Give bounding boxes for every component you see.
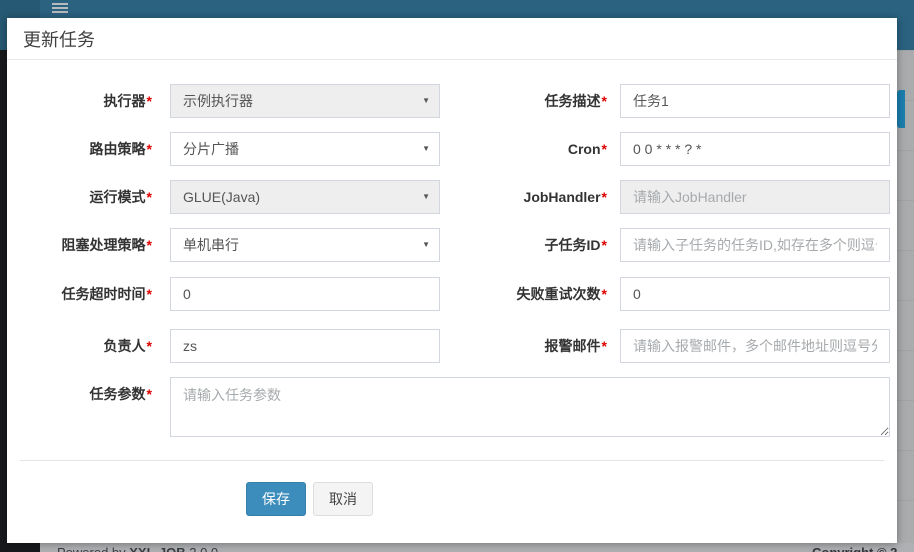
selected-value: 单机串行 — [183, 235, 239, 255]
powered-by-text: Powered by XXL-JOB 2.0.0 — [57, 545, 218, 552]
required-mark: * — [147, 189, 152, 205]
hamburger-icon — [52, 11, 68, 13]
field-label: 任务参数* — [7, 384, 152, 404]
field-timeout: 任务超时时间* — [7, 277, 440, 311]
required-mark: * — [602, 93, 607, 109]
fail-retry-input[interactable] — [620, 277, 890, 311]
cron-input[interactable] — [620, 132, 890, 166]
field-cron: Cron* — [457, 132, 890, 166]
modal-header: 更新任务 — [7, 18, 897, 60]
field-label: JobHandler* — [457, 189, 607, 205]
field-glue-type: 运行模式* GLUE(Java) ▼ — [7, 180, 440, 214]
job-param-textarea[interactable] — [170, 377, 890, 437]
footer-divider — [20, 460, 884, 461]
field-label: 报警邮件* — [457, 336, 607, 356]
glue-type-select: GLUE(Java) ▼ — [170, 180, 440, 214]
required-mark: * — [602, 286, 607, 302]
hamburger-icon — [52, 3, 68, 5]
field-label: 子任务ID* — [457, 235, 607, 255]
required-mark: * — [147, 93, 152, 109]
update-task-modal: 更新任务 执行器* 示例执行器 ▼ 任务描述* 路由策略* 分片广播 ▼ Cro… — [7, 18, 897, 543]
chevron-down-icon: ▼ — [422, 97, 430, 105]
field-label: 执行器* — [7, 91, 152, 111]
child-jobid-input[interactable] — [620, 228, 890, 262]
field-job-param-label: 任务参数* — [7, 377, 152, 411]
field-label: 任务超时时间* — [7, 284, 152, 304]
required-mark: * — [602, 141, 607, 157]
page-footer: Powered by XXL-JOB 2.0.0 Copyright © 2 — [40, 543, 914, 552]
block-strategy-select[interactable]: 单机串行 ▼ — [170, 228, 440, 262]
field-label: Cron* — [457, 141, 607, 157]
field-job-param — [170, 377, 890, 442]
selected-value: 示例执行器 — [183, 91, 253, 111]
save-button[interactable]: 保存 — [246, 482, 306, 516]
required-mark: * — [147, 338, 152, 354]
required-mark: * — [147, 386, 152, 402]
field-child-jobid: 子任务ID* — [457, 228, 890, 262]
author-input[interactable] — [170, 329, 440, 363]
field-job-handler: JobHandler* — [457, 180, 890, 214]
modal-title: 更新任务 — [23, 26, 95, 52]
field-route-strategy: 路由策略* 分片广播 ▼ — [7, 132, 440, 166]
required-mark: * — [602, 338, 607, 354]
field-label: 路由策略* — [7, 139, 152, 159]
field-fail-retry: 失败重试次数* — [457, 277, 890, 311]
chevron-down-icon: ▼ — [422, 241, 430, 249]
route-strategy-select[interactable]: 分片广播 ▼ — [170, 132, 440, 166]
field-executor: 执行器* 示例执行器 ▼ — [7, 84, 440, 118]
field-alarm-email: 报警邮件* — [457, 329, 890, 363]
executor-select: 示例执行器 ▼ — [170, 84, 440, 118]
required-mark: * — [147, 237, 152, 253]
field-label: 任务描述* — [457, 91, 607, 111]
required-mark: * — [147, 141, 152, 157]
modal-buttons: 保存 取消 — [246, 482, 373, 516]
job-handler-input — [620, 180, 890, 214]
hamburger-icon — [52, 7, 68, 9]
cancel-button[interactable]: 取消 — [313, 482, 373, 516]
field-label: 失败重试次数* — [457, 284, 607, 304]
job-desc-input[interactable] — [620, 84, 890, 118]
copyright-text: Copyright © 2 — [812, 545, 897, 552]
field-label: 负责人* — [7, 336, 152, 356]
required-mark: * — [147, 286, 152, 302]
brand-name: XXL-JOB — [129, 545, 185, 552]
alarm-email-input[interactable] — [620, 329, 890, 363]
sidebar-toggle-button[interactable] — [52, 3, 68, 15]
chevron-down-icon: ▼ — [422, 145, 430, 153]
field-job-desc: 任务描述* — [457, 84, 890, 118]
required-mark: * — [602, 189, 607, 205]
chevron-down-icon: ▼ — [422, 193, 430, 201]
timeout-input[interactable] — [170, 277, 440, 311]
field-author: 负责人* — [7, 329, 440, 363]
field-block-strategy: 阻塞处理策略* 单机串行 ▼ — [7, 228, 440, 262]
background-button-sliver — [897, 90, 905, 128]
field-label: 运行模式* — [7, 187, 152, 207]
selected-value: GLUE(Java) — [183, 189, 260, 205]
required-mark: * — [602, 237, 607, 253]
field-label: 阻塞处理策略* — [7, 235, 152, 255]
selected-value: 分片广播 — [183, 139, 239, 159]
